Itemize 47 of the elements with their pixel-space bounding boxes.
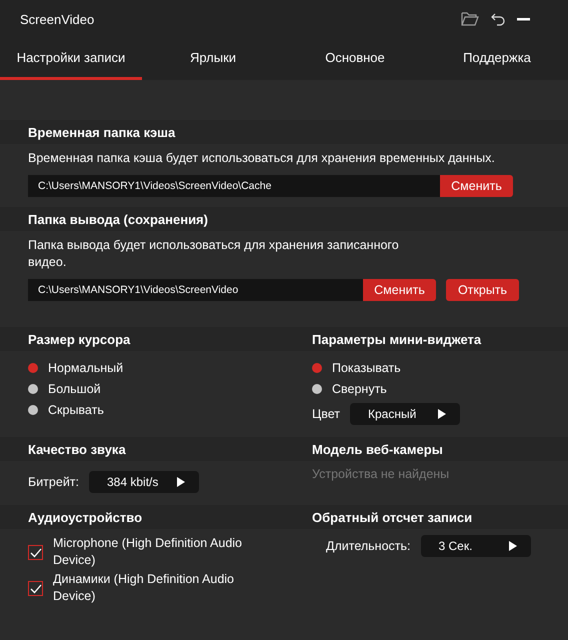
path-field[interactable]: C:\Users\MANSORY1\Videos\ScreenVideo xyxy=(28,279,363,301)
change-button[interactable]: Сменить xyxy=(363,279,436,301)
checkbox-label: Динамики (High Definition Audio Device) xyxy=(53,571,236,605)
section-heading: Папка вывода (сохранения) xyxy=(28,212,208,226)
color-dropdown[interactable]: Красный xyxy=(350,403,460,425)
bitrate-label: Битрейт: xyxy=(28,475,79,489)
radio-label: Свернуть xyxy=(332,382,387,396)
play-icon xyxy=(438,409,446,419)
undo-icon[interactable] xyxy=(491,12,505,26)
radio-label: Большой xyxy=(48,382,101,396)
play-icon xyxy=(177,477,185,487)
section-heading: Размер курсора xyxy=(28,332,130,346)
bitrate-dropdown[interactable]: 384 kbit/s xyxy=(89,471,199,493)
section-heading: Модель веб-камеры xyxy=(312,442,443,456)
radio-button[interactable] xyxy=(312,384,322,394)
section-heading: Аудиоустройство xyxy=(28,510,142,524)
radio-button[interactable] xyxy=(28,362,38,372)
section-heading: Параметры мини-виджета xyxy=(312,332,482,346)
tab[interactable]: Настройки записи xyxy=(0,38,142,80)
radio-button[interactable] xyxy=(28,404,38,414)
minimize-icon[interactable] xyxy=(517,18,530,20)
section-heading: Обратный отсчет записи xyxy=(312,510,472,524)
section-heading: Временная папка кэша xyxy=(28,124,176,140)
duration-dropdown[interactable]: 3 Сек. xyxy=(420,535,530,557)
checkbox[interactable] xyxy=(28,581,43,596)
color-label: Цвет xyxy=(312,407,340,421)
change-button[interactable]: Сменить xyxy=(440,175,513,197)
radio-button[interactable] xyxy=(28,384,38,394)
radio-label: Скрывать xyxy=(48,402,104,416)
description-text: Папка вывода будет использоваться для хранения записанного видео. xyxy=(28,237,400,271)
tab[interactable]: Основное xyxy=(284,38,426,80)
radio-button[interactable] xyxy=(312,362,322,372)
play-icon xyxy=(508,541,516,551)
path-field[interactable]: C:\Users\MANSORY1\Videos\ScreenVideo\Cache xyxy=(28,175,440,197)
checkbox-label: Microphone (High Definition Audio Device) xyxy=(53,535,243,569)
checkbox[interactable] xyxy=(28,545,43,560)
radio-label: Показывать xyxy=(332,360,401,374)
open-button[interactable]: Открыть xyxy=(446,279,519,301)
status-text: Устройства не найдены xyxy=(312,467,450,481)
tab[interactable]: Ярлыки xyxy=(142,38,284,80)
section-heading: Качество звука xyxy=(28,442,126,456)
radio-label: Нормальный xyxy=(48,360,124,374)
description-text: Временная папка кэша будет использоваться для хранения временных данных. xyxy=(28,150,496,167)
folder-icon[interactable] xyxy=(461,12,479,26)
tab[interactable]: Поддержка xyxy=(426,38,568,80)
app-title: ScreenVideo xyxy=(20,12,94,26)
duration-label: Длительность: xyxy=(326,539,410,553)
